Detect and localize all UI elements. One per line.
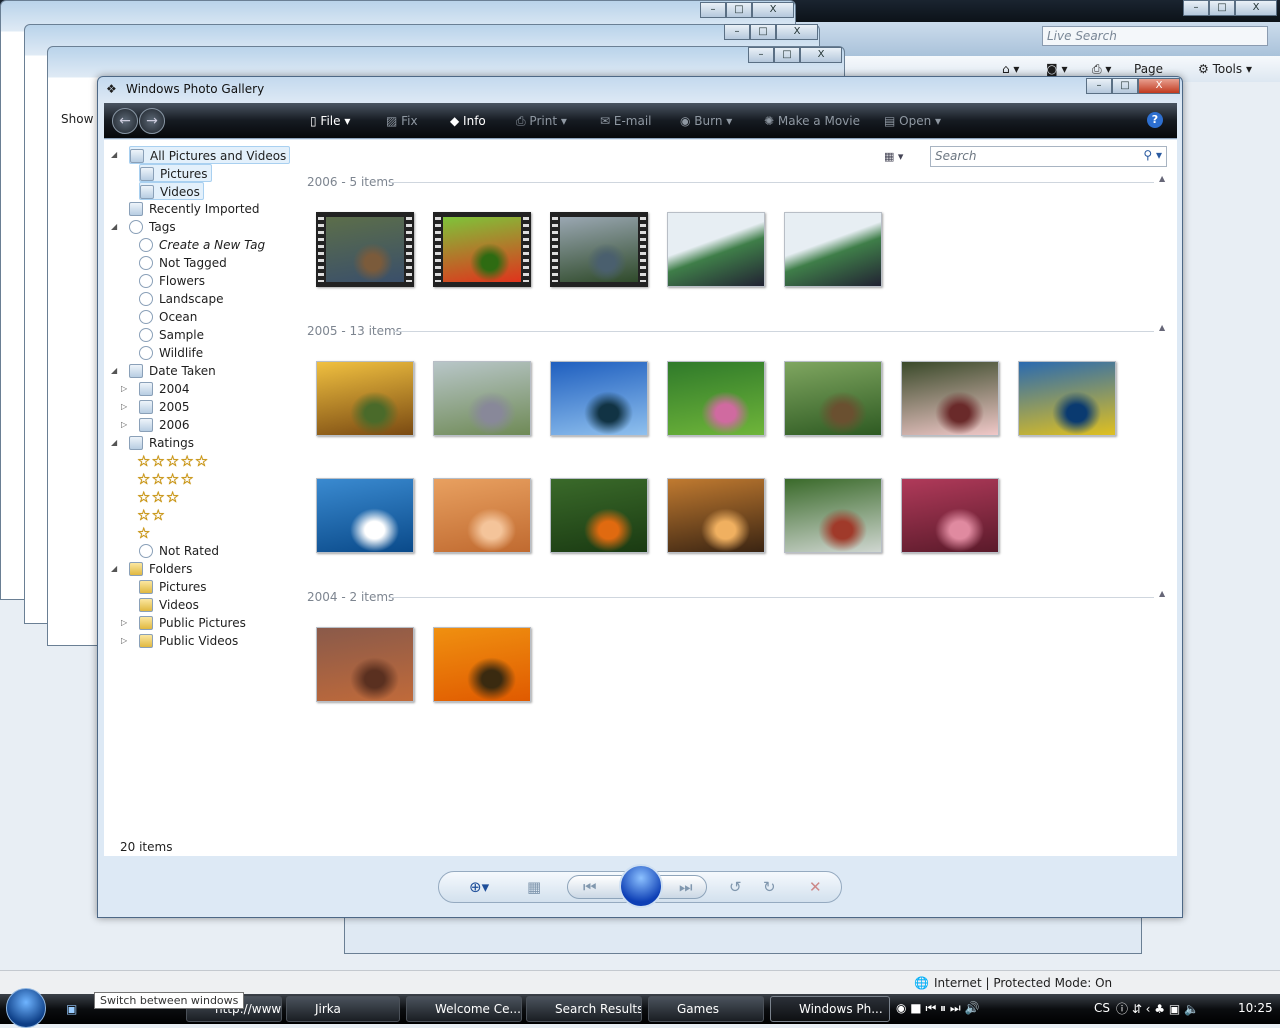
start-button[interactable] bbox=[6, 988, 46, 1028]
window-controls: – □ X bbox=[1086, 78, 1180, 94]
live-search-input[interactable]: Live Search bbox=[1042, 26, 1268, 46]
photo-thumbnail[interactable] bbox=[433, 361, 531, 436]
group-header[interactable]: 2004 - 2 items bbox=[307, 590, 394, 604]
photo-thumbnail[interactable] bbox=[316, 627, 414, 702]
content-area: All Pictures and Videos ◢ Pictures Videos Re… bbox=[104, 140, 1177, 856]
group-divider bbox=[394, 331, 1154, 332]
file-label: File bbox=[320, 114, 341, 128]
globe-icon: 🌐 bbox=[914, 976, 929, 990]
window-controls[interactable]: – □ X bbox=[748, 47, 842, 63]
file-menu[interactable]: ▯ File ▾ bbox=[310, 114, 350, 128]
language-indicator[interactable]: CS bbox=[1094, 1001, 1110, 1015]
previous-icon[interactable]: ⏮ bbox=[583, 878, 597, 896]
help-button[interactable]: ? bbox=[1147, 112, 1163, 128]
tools-menu[interactable]: ⚙ Tools ▾ bbox=[1198, 62, 1252, 76]
ie-status-bar: 🌐 Internet | Protected Mode: On bbox=[0, 970, 1280, 994]
maximize-button[interactable]: □ bbox=[1112, 78, 1138, 94]
photo-thumbnail[interactable] bbox=[784, 361, 882, 436]
group-divider bbox=[389, 182, 1154, 183]
back-button[interactable]: ← bbox=[112, 108, 138, 134]
collapse-group-icon[interactable]: ▲ bbox=[1159, 589, 1165, 598]
make-movie-button[interactable]: ✺ Make a Movie bbox=[764, 114, 860, 128]
tray-icons[interactable]: ⓘ ⇵ ‹ ♣ ▣ 🔈 bbox=[1116, 1000, 1199, 1017]
minimize-button[interactable]: – bbox=[1086, 78, 1112, 94]
photo-thumbnail[interactable] bbox=[901, 478, 999, 553]
screenshot-thumbnail[interactable] bbox=[784, 212, 882, 287]
clock[interactable]: 10:25 bbox=[1238, 1001, 1273, 1015]
item-count: 20 items bbox=[120, 840, 173, 854]
open-button[interactable]: ▤ Open ▾ bbox=[884, 114, 941, 128]
close-button[interactable]: X bbox=[1138, 78, 1180, 94]
video-thumbnail[interactable] bbox=[433, 212, 531, 287]
taskbar-button[interactable]: Games bbox=[648, 996, 764, 1022]
playback-controls: ⊕▾ ▦ ⏮ ⏭ ↺ ↻ ✕ bbox=[438, 864, 842, 908]
burn-label: Burn bbox=[694, 114, 723, 128]
group-divider bbox=[389, 597, 1154, 598]
group-header[interactable]: 2006 - 5 items bbox=[307, 175, 394, 189]
show-label: Show bbox=[61, 112, 94, 126]
photo-gallery-window: ❖ Windows Photo Gallery – □ X ← → ▯ File… bbox=[97, 76, 1183, 918]
app-icon: ❖ bbox=[106, 82, 117, 96]
photo-thumbnail[interactable] bbox=[667, 478, 765, 553]
info-button[interactable]: ◆ Info bbox=[450, 114, 486, 128]
actual-size-icon[interactable]: ▦ bbox=[527, 878, 541, 896]
photo-thumbnail[interactable] bbox=[667, 361, 765, 436]
taskbar-button[interactable]: Jirka bbox=[286, 996, 400, 1022]
photo-thumbnail[interactable] bbox=[433, 478, 531, 553]
tooltip: Switch between windows bbox=[94, 992, 245, 1009]
photo-thumbnail[interactable] bbox=[1018, 361, 1116, 436]
background-window-controls[interactable]: – □ X bbox=[1183, 0, 1277, 16]
info-label: Info bbox=[463, 114, 486, 128]
photo-thumbnail[interactable] bbox=[550, 478, 648, 553]
print-icon[interactable]: ⎙ ▾ bbox=[1092, 62, 1111, 77]
zone-status: Internet | Protected Mode: On bbox=[934, 976, 1113, 990]
make-movie-label: Make a Movie bbox=[777, 114, 860, 128]
burn-button[interactable]: ◉ Burn ▾ bbox=[680, 114, 732, 128]
toolbar: ← → ▯ File ▾ ▨ Fix ◆ Info ⎙ Print ▾ ✉ E-… bbox=[104, 103, 1177, 139]
media-player-toolbar[interactable]: ◉ ■ ⏮ ⏸ ⏭ 🔊 bbox=[896, 1001, 979, 1016]
show-desktop-icon[interactable]: ▣ bbox=[66, 1002, 77, 1016]
email-label: E-mail bbox=[613, 114, 652, 128]
open-label: Open bbox=[899, 114, 932, 128]
window-title: Windows Photo Gallery bbox=[126, 82, 265, 96]
photo-thumbnail[interactable] bbox=[316, 361, 414, 436]
next-icon[interactable]: ⏭ bbox=[679, 878, 693, 896]
video-thumbnail[interactable] bbox=[316, 212, 414, 287]
play-slideshow-button[interactable] bbox=[619, 864, 663, 908]
photo-thumbnail[interactable] bbox=[901, 361, 999, 436]
delete-icon[interactable]: ✕ bbox=[809, 878, 822, 896]
fix-button[interactable]: ▨ Fix bbox=[386, 114, 418, 128]
screenshot-thumbnail[interactable] bbox=[667, 212, 765, 287]
email-button[interactable]: ✉ E-mail bbox=[600, 114, 652, 128]
window-controls[interactable]: – □ X bbox=[724, 24, 818, 40]
forward-button[interactable]: → bbox=[139, 108, 165, 134]
print-button[interactable]: ⎙ Print ▾ bbox=[516, 114, 567, 129]
rotate-counterclockwise-icon[interactable]: ↺ bbox=[729, 878, 742, 896]
photo-thumbnail[interactable] bbox=[550, 361, 648, 436]
collapse-group-icon[interactable]: ▲ bbox=[1159, 323, 1165, 332]
photo-thumbnail[interactable] bbox=[433, 627, 531, 702]
tools-label: Tools bbox=[1212, 62, 1243, 76]
group-header[interactable]: 2005 - 13 items bbox=[307, 324, 402, 338]
print-label: Print bbox=[529, 114, 558, 128]
rotate-clockwise-icon[interactable]: ↻ bbox=[763, 878, 776, 896]
collapse-group-icon[interactable]: ▲ bbox=[1159, 174, 1165, 183]
taskbar-button[interactable]: Welcome Ce... bbox=[406, 996, 522, 1022]
taskbar-button[interactable]: Search Results bbox=[526, 996, 642, 1022]
window-controls[interactable]: – □ X bbox=[700, 2, 794, 18]
photo-thumbnail[interactable] bbox=[316, 478, 414, 553]
thumbnail-grid: 2006 - 5 items ▲ 2005 - 13 items ▲ 2004 - 2 … bbox=[104, 140, 1177, 840]
home-icon[interactable]: ⌂ ▾ bbox=[1002, 62, 1019, 76]
photo-thumbnail[interactable] bbox=[784, 478, 882, 553]
fix-label: Fix bbox=[401, 114, 418, 128]
zoom-icon[interactable]: ⊕▾ bbox=[469, 878, 489, 896]
feeds-icon[interactable]: ◙ ▾ bbox=[1046, 62, 1067, 76]
page-menu[interactable]: Page bbox=[1134, 62, 1163, 76]
video-thumbnail[interactable] bbox=[550, 212, 648, 287]
taskbar-button[interactable]: Windows Ph... bbox=[770, 996, 890, 1022]
